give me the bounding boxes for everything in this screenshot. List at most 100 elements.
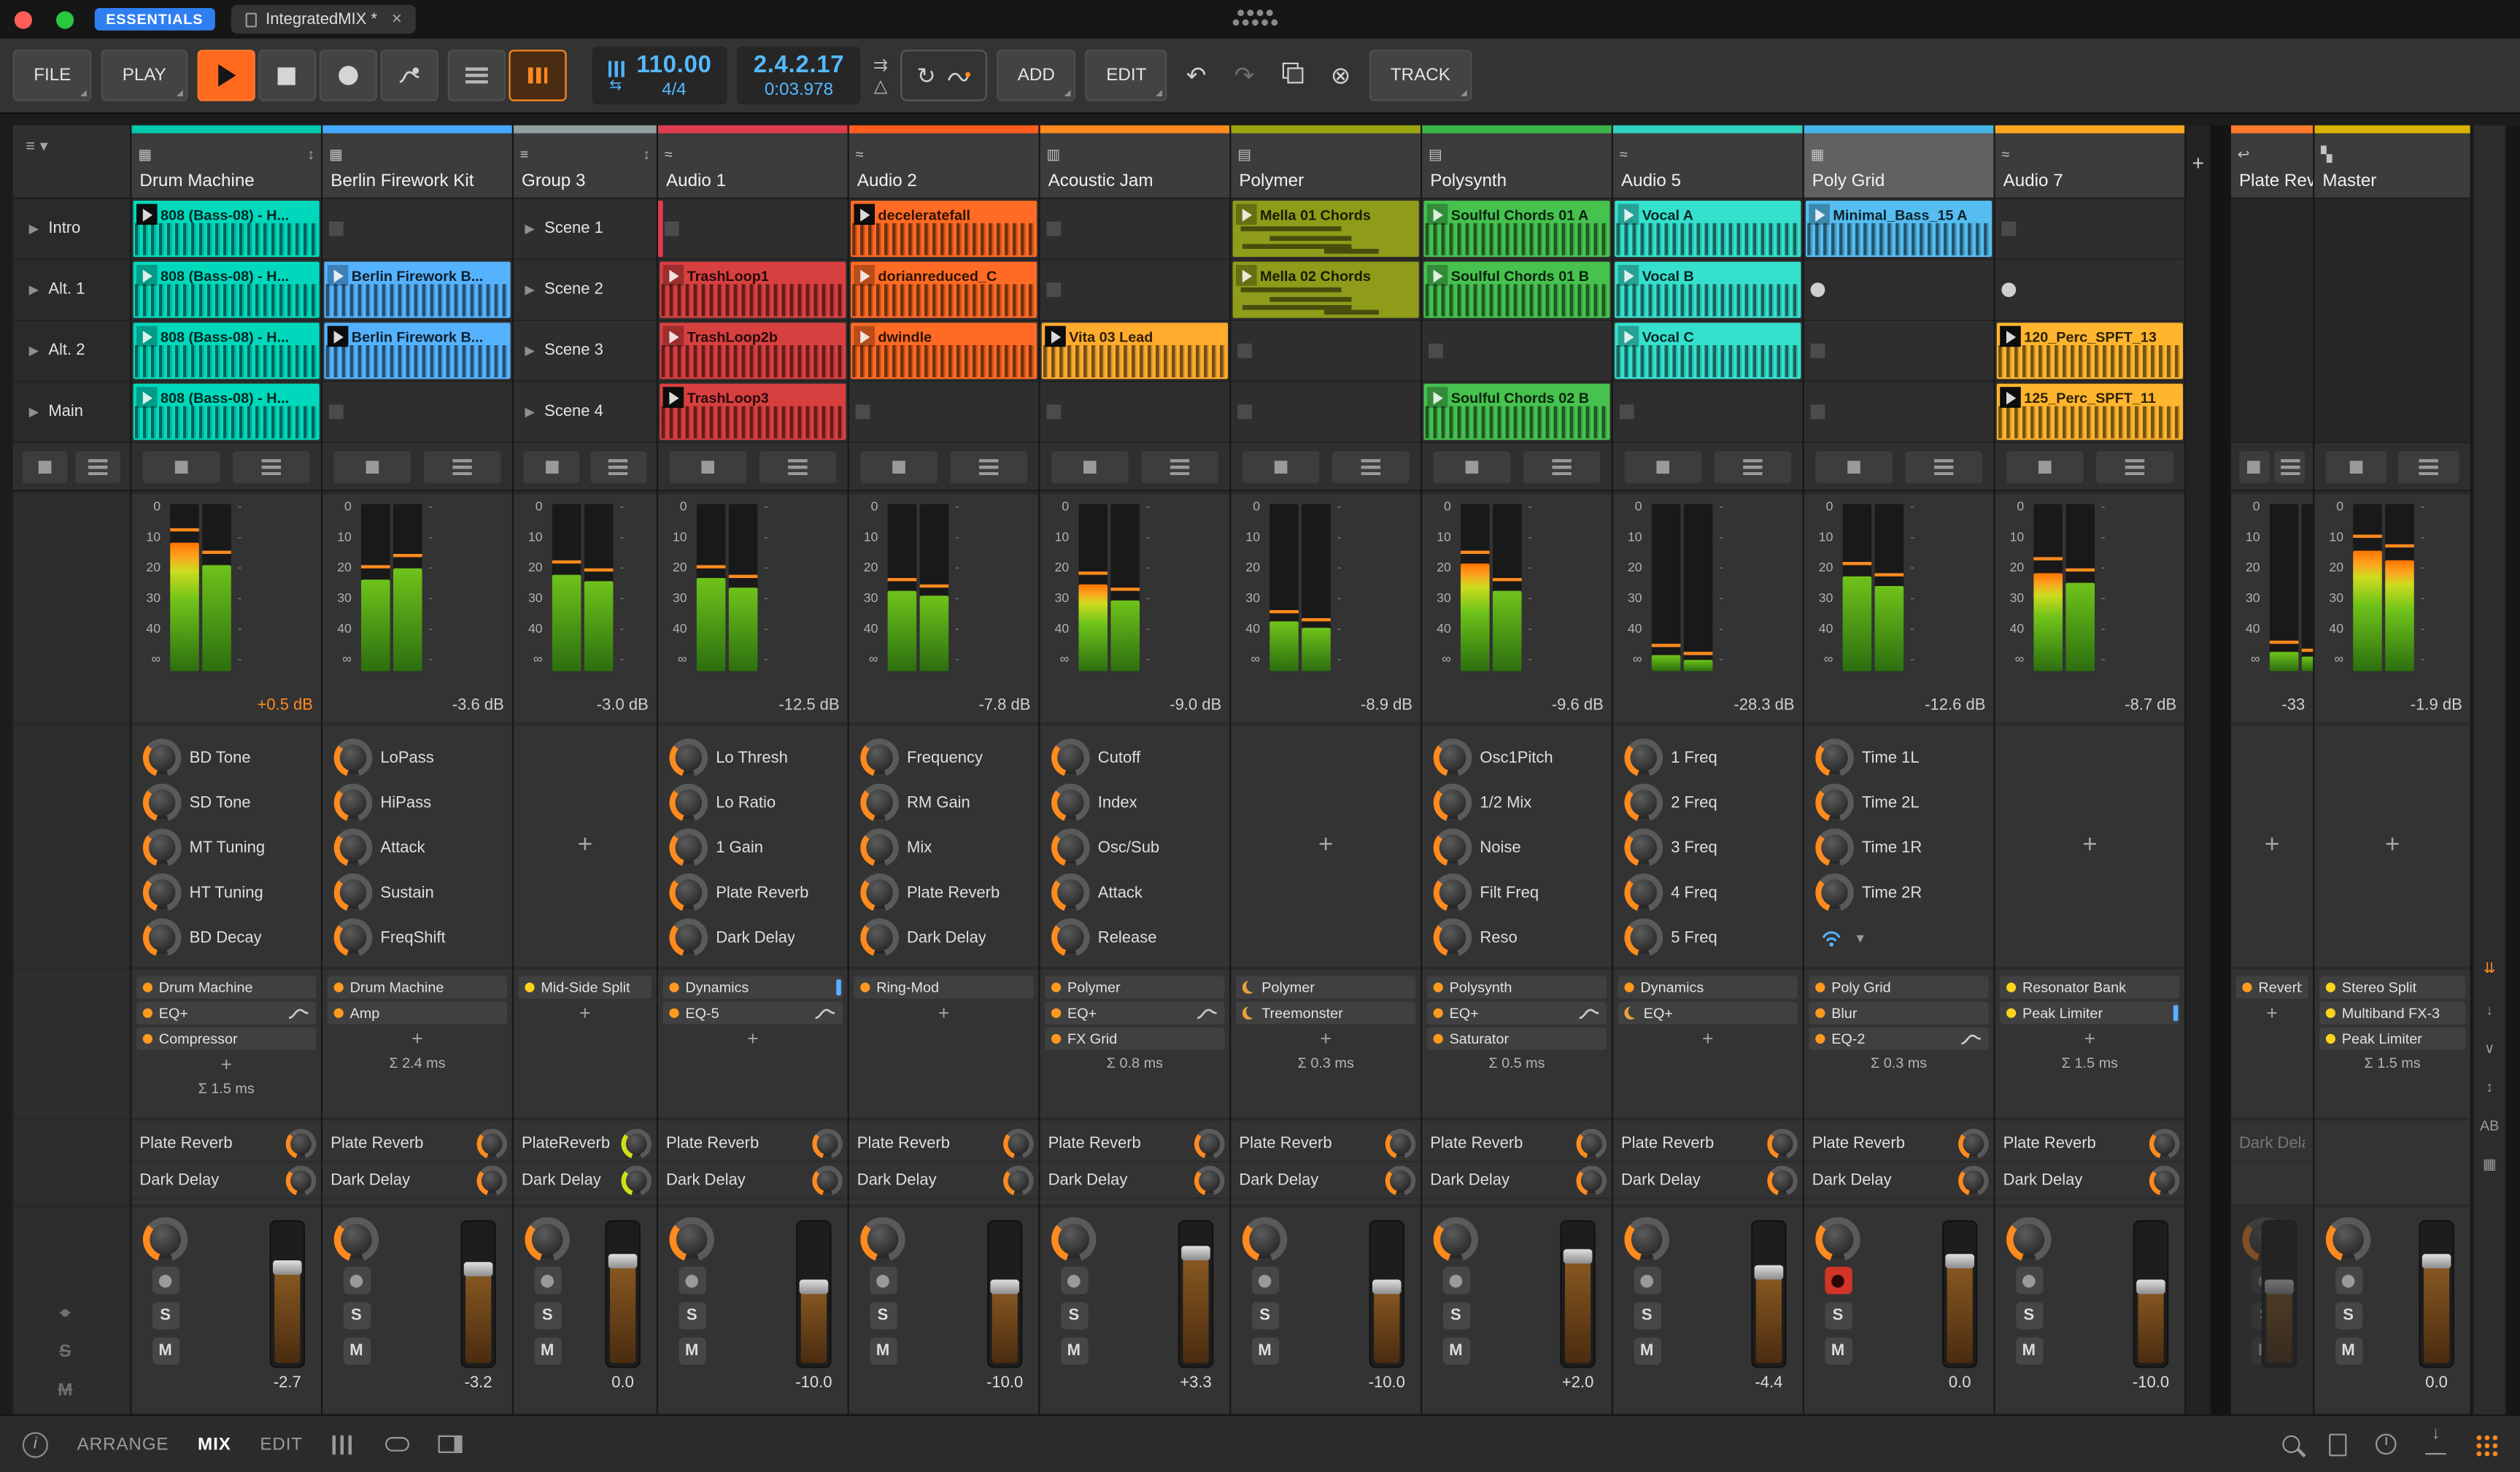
send-row[interactable]: Dark Delay (1040, 1163, 1230, 1200)
add-device-button[interactable]: + (131, 1053, 321, 1076)
macro-knob[interactable] (1054, 831, 1087, 864)
clip-slot[interactable]: Vocal C (1613, 321, 1803, 382)
pan-knob[interactable] (1818, 1220, 1858, 1259)
fader-handle[interactable] (2422, 1255, 2451, 1269)
mute-button[interactable]: M (533, 1337, 561, 1365)
scene-menu-icon[interactable]: ≡ (26, 138, 35, 155)
volume-fader[interactable] (796, 1220, 832, 1368)
macro-knob[interactable] (337, 787, 369, 819)
macro-knob[interactable] (1437, 831, 1469, 864)
record-arm-button[interactable] (151, 1266, 179, 1295)
macro-knob[interactable] (1054, 787, 1087, 819)
search-icon[interactable] (2282, 1435, 2300, 1453)
device-row[interactable]: Resonator Bank (2000, 976, 2180, 999)
record-arm-button[interactable] (1251, 1266, 1279, 1295)
panel-toggle-icon[interactable]: ↕ (2473, 1079, 2505, 1095)
macro-knob[interactable] (337, 921, 369, 954)
clip-play-icon[interactable] (854, 265, 875, 286)
clip-slot-empty[interactable] (1231, 321, 1421, 382)
clip-slot[interactable]: Vocal A (1613, 199, 1803, 261)
fader-handle[interactable] (2265, 1279, 2294, 1294)
fader-handle[interactable] (1945, 1255, 1974, 1269)
macro-knob[interactable] (1818, 876, 1851, 909)
clip-play-icon[interactable] (327, 325, 349, 347)
track-menu-button[interactable]: TRACK (1369, 50, 1472, 101)
track-header[interactable]: ↩ Plate Reverb (2231, 125, 2314, 199)
scene-row[interactable]: ▶ Alt. 2 (12, 321, 131, 382)
alt-launcher-button[interactable] (590, 450, 646, 483)
clip-slot[interactable]: Berlin Firework B... (322, 321, 512, 382)
automation-write-button[interactable] (379, 50, 438, 101)
device-row[interactable]: FX Grid (1045, 1028, 1225, 1050)
clip-slot[interactable]: dwindle (849, 321, 1039, 382)
time-signature[interactable]: 4/4 (636, 80, 711, 99)
send-row[interactable]: Dark Delay (1422, 1163, 1612, 1200)
scene-row[interactable]: ▶ Intro (12, 199, 131, 261)
volume-fader[interactable] (2419, 1220, 2454, 1368)
alt-launcher-button[interactable] (2275, 450, 2306, 483)
stop-clips-button[interactable] (1242, 450, 1319, 483)
info-icon[interactable]: i (22, 1431, 48, 1457)
solo-button[interactable]: S (869, 1302, 897, 1330)
record-arm-button[interactable] (1442, 1266, 1470, 1295)
send-row[interactable]: Dark Delay (131, 1163, 321, 1200)
macro-knob[interactable] (337, 741, 369, 774)
macro-knob[interactable] (672, 831, 705, 864)
send-row[interactable]: Plate Reverb (849, 1125, 1039, 1163)
track-header[interactable]: ≈ Audio 1 (658, 125, 848, 199)
solo-button[interactable]: S (151, 1302, 179, 1330)
clip-play-icon[interactable] (1809, 204, 1830, 225)
fader-handle[interactable] (608, 1255, 638, 1269)
alt-launcher-button[interactable] (1523, 450, 1600, 483)
stop-clips-button[interactable] (143, 450, 220, 483)
stop-clips-button[interactable] (1625, 450, 1701, 483)
panel-toggle-icon[interactable] (437, 1435, 462, 1453)
clip-play-icon[interactable] (854, 325, 875, 347)
knob-icon[interactable] (2376, 1433, 2397, 1455)
device-row[interactable]: Drum Machine (327, 976, 508, 999)
clip-play-icon[interactable] (854, 204, 875, 225)
pan-knob[interactable] (146, 1220, 185, 1259)
add-menu-button[interactable]: ADD (997, 50, 1076, 101)
clip-slot[interactable]: dorianreduced_C (849, 260, 1039, 321)
send-knob[interactable] (1770, 1130, 1795, 1155)
macro-knob[interactable] (863, 741, 896, 774)
overdub-button[interactable] (447, 50, 506, 101)
macro-knob[interactable] (337, 831, 369, 864)
pan-knob[interactable] (2329, 1220, 2368, 1259)
mute-button[interactable]: M (678, 1337, 706, 1365)
send-row[interactable]: Plate Reverb (1040, 1125, 1230, 1163)
volume-fader[interactable] (1369, 1220, 1404, 1368)
macro-knob[interactable] (1627, 741, 1660, 774)
pan-knob[interactable] (1054, 1220, 1094, 1259)
mix-grid-icon[interactable] (2475, 1433, 2498, 1456)
clip-slot[interactable]: Mella 02 Chords (1231, 260, 1421, 321)
mute-button[interactable]: M (1060, 1337, 1088, 1365)
send-knob[interactable] (1770, 1168, 1795, 1192)
stop-clips-button[interactable] (334, 450, 411, 483)
pan-knob[interactable] (1627, 1220, 1666, 1259)
clip-slot-empty[interactable] (322, 382, 512, 444)
volume-fader[interactable] (1751, 1220, 1787, 1368)
clip-play-icon[interactable] (1617, 325, 1639, 347)
record-arm-button[interactable] (678, 1266, 706, 1295)
send-row[interactable]: Dark Delay (1613, 1163, 1803, 1200)
clip-slot[interactable]: 808 (Bass-08) - H... (131, 199, 321, 261)
macro-knob[interactable] (1437, 787, 1469, 819)
stop-clips-button[interactable] (523, 450, 580, 483)
send-row[interactable]: PlateReverb (514, 1125, 657, 1163)
clip-play-icon[interactable] (1236, 265, 1257, 286)
tempo-display[interactable]: ⇆ 110.00 4/4 (591, 46, 728, 104)
pan-knob[interactable] (1437, 1220, 1475, 1259)
mute-button[interactable]: M (2334, 1337, 2362, 1365)
macro-knob[interactable] (1437, 741, 1469, 774)
add-device-button[interactable]: + (322, 1028, 512, 1050)
send-knob[interactable] (479, 1130, 504, 1155)
add-device-button[interactable]: + (1231, 1028, 1421, 1050)
pan-knob[interactable] (527, 1220, 567, 1259)
add-macro-plus[interactable]: + (2265, 832, 2280, 861)
device-row[interactable]: Polymer (1045, 976, 1225, 999)
send-row[interactable]: Plate Reverb (1613, 1125, 1803, 1163)
solo-button[interactable]: S (1251, 1302, 1279, 1330)
device-row[interactable]: EQ-2 (1809, 1028, 1989, 1050)
